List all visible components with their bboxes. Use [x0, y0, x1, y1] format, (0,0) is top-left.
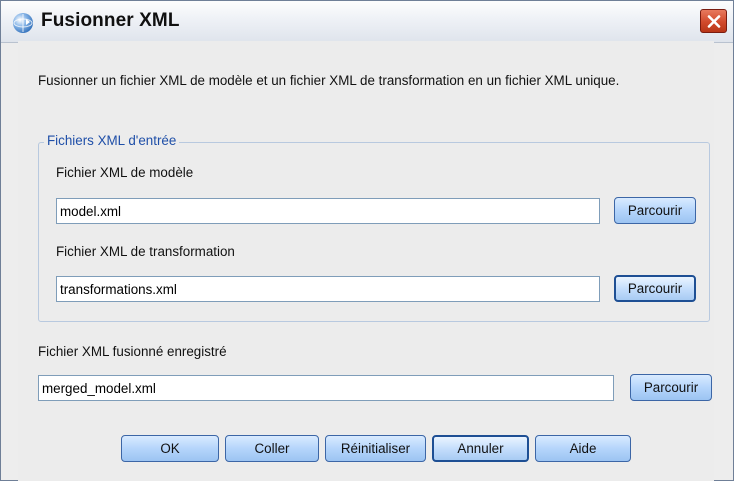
output-browse-button[interactable]: Parcourir [630, 374, 712, 401]
output-file-label: Fichier XML fusionné enregistré [38, 344, 227, 359]
transform-browse-button[interactable]: Parcourir [614, 275, 696, 302]
title-bar[interactable]: Fusionner XML [1, 1, 733, 43]
cancel-button[interactable]: Annuler [432, 435, 529, 462]
close-icon [707, 15, 721, 28]
output-file-input[interactable] [38, 375, 614, 401]
input-files-group-legend: Fichiers XML d'entrée [44, 133, 180, 148]
close-button[interactable] [700, 9, 727, 33]
reset-button[interactable]: Réinitialiser [325, 435, 426, 462]
model-file-input[interactable] [56, 198, 600, 224]
dialog-description: Fusionner un fichier XML de modèle et un… [38, 73, 620, 88]
model-file-label: Fichier XML de modèle [56, 165, 194, 180]
model-browse-button[interactable]: Parcourir [614, 197, 696, 224]
help-button[interactable]: Aide [535, 435, 631, 462]
application-globe-icon [13, 13, 33, 33]
transform-file-label: Fichier XML de transformation [56, 244, 235, 259]
paste-button[interactable]: Coller [225, 435, 319, 462]
window-title: Fusionner XML [41, 10, 180, 31]
ok-button[interactable]: OK [121, 435, 219, 462]
transform-file-input[interactable] [56, 276, 600, 302]
